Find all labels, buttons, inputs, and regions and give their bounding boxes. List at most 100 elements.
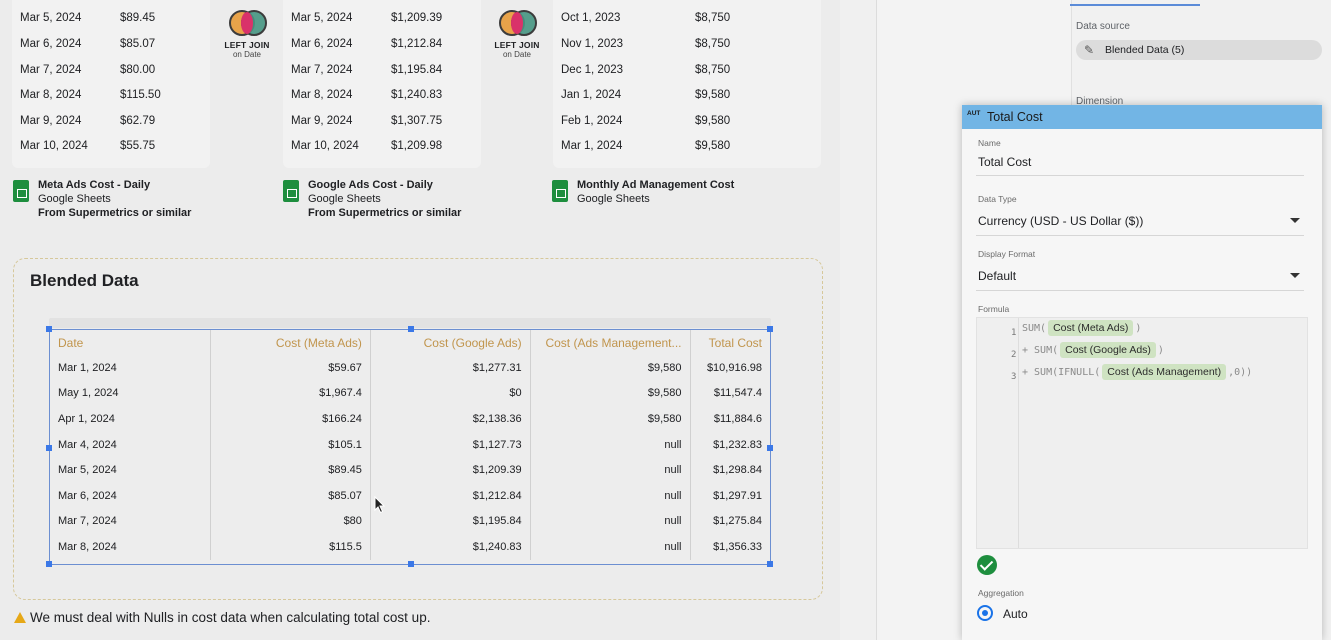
table-cell: $1,298.84 <box>689 457 770 483</box>
table-cell: $11,884.6 <box>689 406 770 432</box>
resize-handle[interactable] <box>767 445 773 451</box>
table-cell: Apr 1, 2024 <box>58 412 115 425</box>
formula-code: ) <box>1157 345 1164 356</box>
table-row: Mar 8, 2024 $1,240.83 <box>283 83 481 109</box>
table-cell: $9,580 <box>529 355 690 381</box>
column-header-total-cost[interactable]: Total Cost <box>689 330 770 355</box>
field-editor-header: AUT Total Cost <box>962 105 1322 129</box>
join-key-label: on Date <box>232 50 262 59</box>
divider <box>976 290 1304 291</box>
table-row: Mar 7, 2024 $1,195.84 <box>283 58 481 84</box>
venn-diagram-icon <box>497 10 537 38</box>
value-cell: $9,580 <box>695 89 731 101</box>
table-cell: null <box>529 457 690 483</box>
aggregation-auto-label: Auto <box>1003 607 1028 621</box>
value-cell: $1,212.84 <box>391 38 443 50</box>
table-cell: Mar 1, 2024 <box>58 361 117 374</box>
formula-code: ) <box>1135 323 1142 334</box>
display-format-label: Display Format <box>978 249 1036 259</box>
aggregation-auto-radio[interactable] <box>977 605 993 621</box>
date-cell: Jan 1, 2024 <box>561 89 622 101</box>
warning-text: We must deal with Nulls in cost data whe… <box>30 610 431 625</box>
column-header-ads-management[interactable]: Cost (Ads Management... <box>529 330 690 355</box>
table-cell: Mar 6, 2024 <box>58 489 117 502</box>
value-cell: $89.45 <box>120 12 156 24</box>
table-row: Mar 9, 2024 $62.79 <box>12 109 210 135</box>
table-row: Mar 1, 2024 $9,580 <box>553 134 821 160</box>
value-cell: $1,209.39 <box>391 12 443 24</box>
value-cell: $55.75 <box>120 140 156 152</box>
warning-icon <box>14 612 26 623</box>
date-cell: Mar 7, 2024 <box>291 64 353 76</box>
formula-label: Formula <box>978 304 1010 314</box>
name-input[interactable]: Total Cost <box>978 155 1031 169</box>
google-ads-source-table[interactable]: Mar 5, 2024 $1,209.39 Mar 6, 2024 $1,212.8… <box>283 0 481 168</box>
value-cell: $1,195.84 <box>391 64 443 76</box>
formula-code: SUM( <box>1022 323 1047 334</box>
canvas-gutter <box>840 0 877 640</box>
date-cell: Mar 10, 2024 <box>20 140 88 152</box>
table-header-row: Date Cost (Meta Ads) Cost (Google Ads) C… <box>50 330 770 355</box>
table-cell: null <box>529 482 690 509</box>
line-number: 2 <box>1011 350 1017 360</box>
google-sheets-icon <box>13 180 29 202</box>
table-cell: $105.1 <box>210 431 371 458</box>
date-cell: Mar 9, 2024 <box>20 115 82 127</box>
line-number: 3 <box>1011 372 1017 382</box>
table-cell: null <box>529 431 690 458</box>
data-type-select[interactable]: Currency (USD - US Dollar ($)) <box>978 214 1143 228</box>
table-cell: $1,275.84 <box>689 508 770 535</box>
date-cell: Oct 1, 2023 <box>561 12 621 24</box>
table-cell: $11,547.4 <box>689 380 770 407</box>
table-row: Nov 1, 2023 $8,750 <box>553 32 821 58</box>
blended-table[interactable]: Date Cost (Meta Ads) Cost (Google Ads) C… <box>46 318 773 567</box>
value-cell: $80.00 <box>120 64 156 76</box>
mouse-cursor-icon <box>374 496 386 514</box>
divider <box>976 235 1304 236</box>
ad-management-source-table[interactable]: Oct 1, 2023 $8,750 Nov 1, 2023 $8,750 Dec … <box>553 0 821 168</box>
display-format-select[interactable]: Default <box>978 269 1016 283</box>
divider <box>976 175 1304 176</box>
resize-handle[interactable] <box>408 561 414 567</box>
value-cell: $1,209.98 <box>391 140 443 152</box>
venn-diagram-icon <box>227 10 267 38</box>
resize-handle[interactable] <box>46 326 52 332</box>
date-cell: Mar 7, 2024 <box>20 64 82 76</box>
source-title: Google Ads Cost - Daily <box>308 179 433 191</box>
resize-handle[interactable] <box>767 326 773 332</box>
table-cell: $59.67 <box>210 355 371 381</box>
pencil-icon[interactable]: ✎ <box>1084 43 1094 57</box>
resize-handle[interactable] <box>46 445 52 451</box>
data-source-chip[interactable]: ✎ Blended Data (5) <box>1076 40 1322 60</box>
table-cell: $1,127.73 <box>369 431 531 458</box>
table-cell: $80 <box>210 508 371 535</box>
table-cell: $0 <box>369 380 531 407</box>
source-subtitle: Google Sheets <box>308 193 381 205</box>
table-cell: Mar 5, 2024 <box>58 464 117 477</box>
field-chip[interactable]: Cost (Ads Management) <box>1102 364 1227 380</box>
resize-handle[interactable] <box>46 561 52 567</box>
chevron-down-icon[interactable] <box>1290 273 1300 278</box>
formula-editor[interactable]: 1 SUM(Cost (Meta Ads)) 2 + SUM(Cost (Goo… <box>976 317 1308 549</box>
table-cell: $89.45 <box>210 457 371 483</box>
field-chip[interactable]: Cost (Google Ads) <box>1060 342 1156 358</box>
column-header-meta-ads[interactable]: Cost (Meta Ads) <box>210 330 371 355</box>
table-cell: $1,209.39 <box>369 457 531 483</box>
date-cell: Dec 1, 2023 <box>561 64 624 76</box>
field-chip[interactable]: Cost (Meta Ads) <box>1048 320 1134 336</box>
date-cell: Mar 10, 2024 <box>291 140 359 152</box>
data-type-label: Data Type <box>978 194 1017 204</box>
chevron-down-icon[interactable] <box>1290 218 1300 223</box>
table-row: Mar 7, 2024 $80.00 <box>12 58 210 84</box>
table-row: Mar 5, 2024 $89.45 $1,209.39 null $1,298.84 <box>50 457 770 483</box>
table-cell: $1,240.83 <box>369 534 531 560</box>
resize-handle[interactable] <box>767 561 773 567</box>
column-header-google-ads[interactable]: Cost (Google Ads) <box>369 330 531 355</box>
table-row: Mar 8, 2024 $115.50 <box>12 83 210 109</box>
meta-ads-source-table[interactable]: Mar 5, 2024 $89.45 Mar 6, 2024 $85.07 Mar … <box>12 0 210 168</box>
column-header-date[interactable]: Date <box>50 330 211 355</box>
resize-handle[interactable] <box>408 326 414 332</box>
date-cell: Mar 8, 2024 <box>291 89 353 101</box>
formula-line: + SUM(IFNULL(Cost (Ads Management) ,0)) <box>1022 364 1252 380</box>
field-type-badge-icon: AUT <box>967 110 981 117</box>
